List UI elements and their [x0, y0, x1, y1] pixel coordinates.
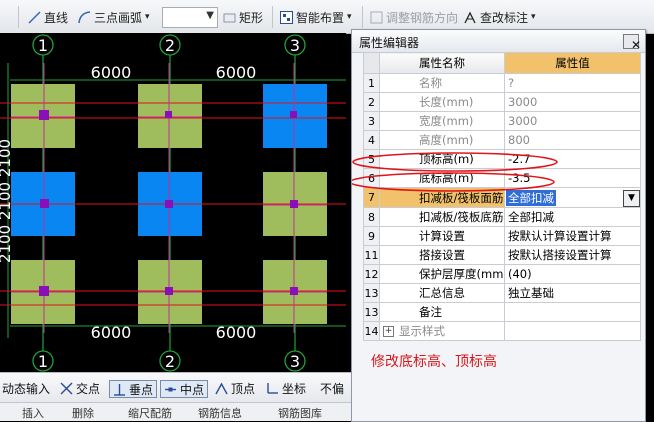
snap-midpoint-toggle[interactable]: 中点: [160, 380, 209, 398]
coordinate-label: 坐标: [282, 381, 307, 396]
dynamic-input-toggle[interactable]: 动态输入: [2, 380, 50, 396]
axis-label: 1: [38, 352, 48, 371]
delete-button[interactable]: 删除: [72, 405, 94, 421]
highlight-ellipse: [352, 152, 558, 172]
intersection-label: 交点: [76, 381, 101, 396]
scale-rebar-button[interactable]: 缩尺配筋: [128, 405, 172, 421]
axis-label: 3: [290, 352, 300, 371]
arc-icon: [78, 10, 91, 23]
rect-tool-button[interactable]: 矩形: [223, 8, 263, 26]
snap-toolbar: 动态输入 交点 垂点 中点 顶点 坐标 不偏: [0, 372, 351, 403]
smart-layout-label: 智能布置: [296, 10, 345, 25]
property-editor-dialog: 属性编辑器 ✕ 属性名称 属性值 1 名称 ? 2 长度(mm) 3000 3 …: [351, 29, 646, 422]
vertex-icon: [215, 382, 228, 394]
line-tool-label: 直线: [44, 10, 69, 25]
perpendicular-label: 垂点: [129, 382, 154, 397]
column[interactable]: [40, 199, 49, 208]
chevron-down-icon[interactable]: ▾: [145, 12, 150, 22]
column[interactable]: [39, 286, 49, 296]
axis-label: 2: [165, 352, 175, 371]
smart-layout-icon: [280, 10, 293, 24]
line-icon: [28, 10, 41, 24]
snap-vertex-toggle[interactable]: 顶点: [215, 380, 255, 396]
column[interactable]: [290, 287, 298, 295]
vertex-label: 顶点: [231, 381, 256, 396]
adjust-direction-icon: [370, 11, 383, 23]
drawing-svg: 1 2 3 1 2 3 6000 6000 6000 6000 2100 210…: [0, 34, 346, 372]
insert-button[interactable]: 插入: [22, 405, 44, 421]
annotation-note: 修改底标高、顶标高: [371, 354, 497, 370]
side-dimension-text: 2100 2100 2100: [0, 139, 14, 263]
intersection-icon: [60, 382, 73, 394]
line-tool-button[interactable]: 直线: [28, 8, 68, 26]
snap-coordinate-toggle[interactable]: 坐标: [266, 380, 306, 396]
rebar-toolbar: 插入 删除 缩尺配筋 钢筋信息 钢筋图库: [0, 402, 351, 421]
toolbar-separator: [362, 6, 363, 28]
check-annotation-label: 查改标注: [480, 10, 529, 25]
coordinate-icon: [267, 382, 278, 394]
perpendicular-icon: [114, 383, 125, 396]
dimension-text: 6000: [216, 63, 257, 82]
smart-layout-button[interactable]: 智能布置 ▾: [280, 8, 352, 26]
toolbar-separator: [272, 6, 273, 28]
snap-intersection-toggle[interactable]: 交点: [60, 380, 100, 396]
column[interactable]: [290, 200, 298, 208]
column[interactable]: [165, 200, 173, 208]
adjust-rebar-direction-label: 调整钢筋方向: [386, 10, 459, 25]
axis-label: 2: [165, 36, 175, 55]
no-offset-toggle[interactable]: 不偏: [320, 380, 344, 396]
highlight-ellipse: [352, 172, 555, 192]
arc-tool-label: 三点画弧: [94, 10, 143, 25]
column[interactable]: [165, 287, 173, 295]
column[interactable]: [165, 111, 172, 118]
adjust-rebar-direction-button[interactable]: 调整钢筋方向: [370, 8, 458, 26]
axis-label: 3: [290, 36, 300, 55]
drawing-canvas[interactable]: 1 2 3 1 2 3 6000 6000 6000 6000 2100 210…: [0, 33, 346, 372]
chevron-down-icon: ▼: [206, 10, 214, 21]
midpoint-icon: [165, 387, 176, 391]
rebar-info-button[interactable]: 钢筋信息: [198, 405, 242, 421]
check-annotation-button[interactable]: 查改标注 ▾: [464, 8, 536, 26]
chevron-down-icon: ▾: [347, 12, 352, 22]
dimension-text: 6000: [216, 323, 257, 342]
snap-perpendicular-toggle[interactable]: 垂点: [109, 380, 158, 398]
toolbar-separator: [18, 6, 19, 28]
layer-combo[interactable]: ▼: [162, 7, 218, 28]
dimension-text: 6000: [91, 63, 132, 82]
no-offset-label: 不偏: [320, 381, 345, 396]
rectangle-icon: [223, 13, 236, 22]
axis-label: 1: [38, 36, 48, 55]
column[interactable]: [290, 111, 297, 118]
arc-tool-button[interactable]: 三点画弧 ▾: [78, 8, 150, 26]
rebar-library-button[interactable]: 钢筋图库: [278, 405, 322, 421]
midpoint-label: 中点: [180, 382, 205, 397]
column[interactable]: [39, 110, 49, 120]
dimension-text: 6000: [91, 323, 132, 342]
annotation-icon: [464, 11, 476, 23]
dynamic-input-label: 动态输入: [2, 381, 51, 396]
rect-tool-label: 矩形: [239, 10, 264, 25]
chevron-down-icon: ▾: [531, 12, 536, 22]
